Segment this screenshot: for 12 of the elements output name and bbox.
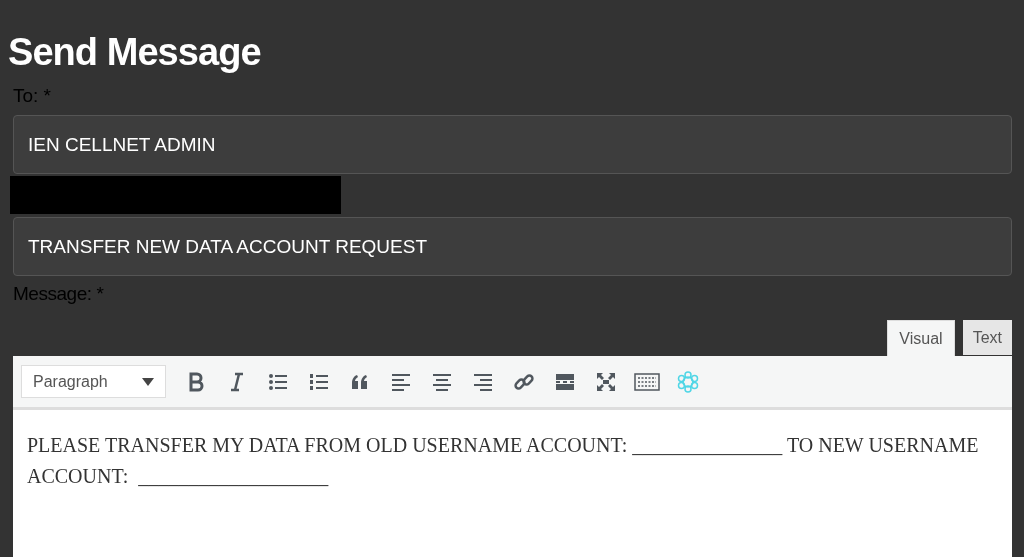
input-field[interactable]: IEN CELLNET ADMIN [13, 115, 1012, 174]
format-dropdown[interactable]: Paragraph [21, 365, 166, 398]
caret-icon [142, 377, 154, 386]
dropdown-value: Paragraph [33, 371, 108, 392]
editor-tab[interactable]: Text [962, 320, 1012, 355]
page-title: Send Message [8, 30, 262, 75]
keyboard-icon[interactable] [633, 370, 660, 393]
fullscreen-icon[interactable] [594, 370, 617, 393]
message-text: PLEASE TRANSFER MY DATA FROM OLD USERNAME ACCOUNT: _______________ TO NEW USERNAME ACCOUNT: ___________________ [27, 433, 980, 489]
editor-area[interactable]: PLEASE TRANSFER MY DATA FROM OLD USERNAME ACCOUNT: _______________ TO NEW USERNAME ACCOUNT: ___________________ [13, 410, 1012, 557]
editor-tab[interactable]: Visual [887, 320, 955, 356]
input-field[interactable]: TRANSFER NEW DATA ACCOUNT REQUEST [13, 217, 1012, 276]
